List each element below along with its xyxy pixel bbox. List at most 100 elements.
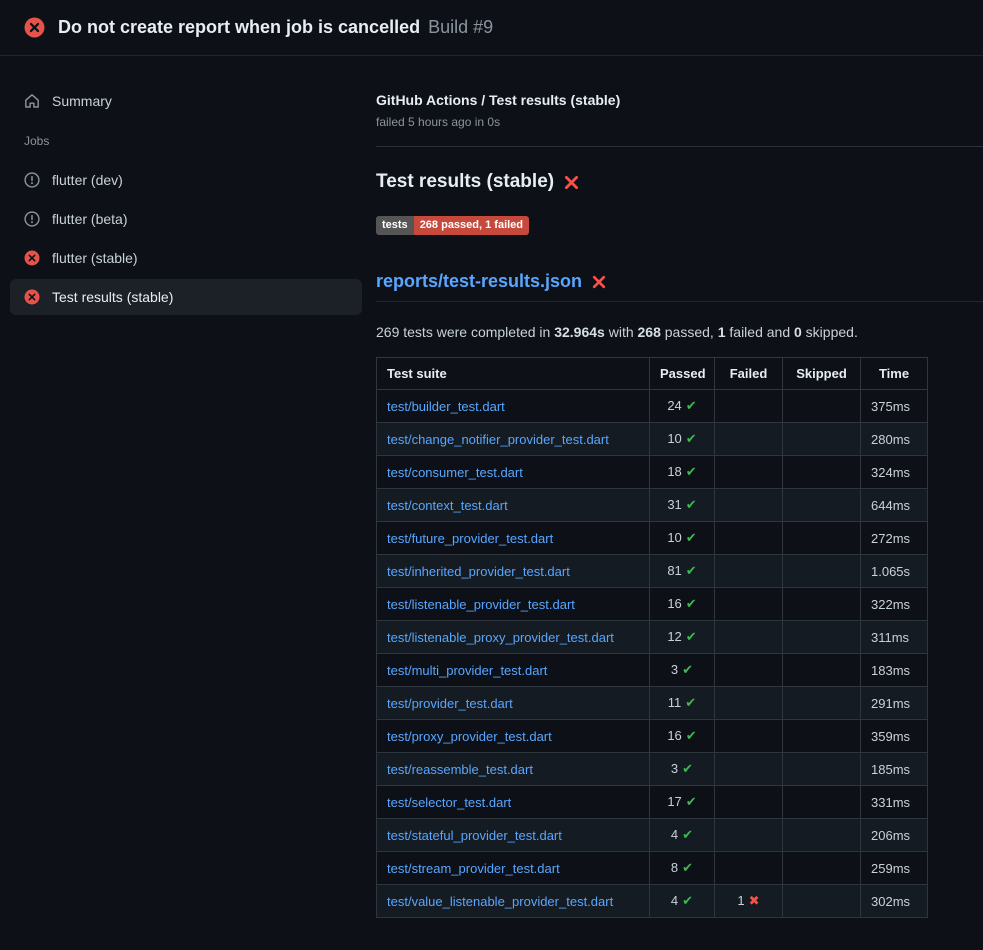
failed-count: 1: [737, 893, 744, 908]
table-row: test/reassemble_test.dart 3✔ 185ms: [377, 753, 928, 786]
breadcrumb: GitHub Actions / Test results (stable): [376, 92, 983, 108]
suite-link[interactable]: test/value_listenable_provider_test.dart: [387, 894, 613, 909]
suite-link[interactable]: test/listenable_proxy_provider_test.dart: [387, 630, 614, 645]
failed-status-icon: [24, 250, 40, 266]
time-cell: 302ms: [861, 885, 928, 918]
skipped-cell: [783, 819, 861, 852]
tests-badge: tests 268 passed, 1 failed: [376, 216, 529, 235]
time-cell: 280ms: [861, 423, 928, 456]
sidebar-job-flutter-stable[interactable]: flutter (stable): [10, 240, 362, 276]
badge-label: tests: [376, 216, 414, 235]
check-icon: ✔: [686, 498, 697, 513]
table-row: test/context_test.dart 31✔ 644ms: [377, 489, 928, 522]
suite-link[interactable]: test/multi_provider_test.dart: [387, 663, 547, 678]
time-cell: 259ms: [861, 852, 928, 885]
table-row: test/change_notifier_provider_test.dart …: [377, 423, 928, 456]
time-cell: 359ms: [861, 720, 928, 753]
column-header-failed: Failed: [715, 358, 783, 390]
skipped-cell: [783, 720, 861, 753]
table-row: test/selector_test.dart 17✔ 331ms: [377, 786, 928, 819]
column-header-passed: Passed: [650, 358, 715, 390]
suite-link[interactable]: test/stateful_provider_test.dart: [387, 828, 562, 843]
time-cell: 272ms: [861, 522, 928, 555]
table-row: test/stream_provider_test.dart 8✔ 259ms: [377, 852, 928, 885]
report-file-link[interactable]: reports/test-results.json: [376, 271, 582, 292]
check-icon: ✔: [686, 630, 697, 645]
cancelled-status-icon: [24, 172, 40, 188]
sidebar: Summary Jobs flutter (dev): [0, 56, 376, 315]
summary-label: Summary: [52, 93, 112, 109]
skipped-cell: [783, 489, 861, 522]
time-cell: 206ms: [861, 819, 928, 852]
home-icon: [24, 93, 40, 109]
sidebar-item-summary[interactable]: Summary: [0, 86, 376, 116]
suite-link[interactable]: test/proxy_provider_test.dart: [387, 729, 552, 744]
time-cell: 644ms: [861, 489, 928, 522]
sidebar-job-flutter-dev[interactable]: flutter (dev): [10, 162, 362, 198]
check-icon: ✔: [682, 828, 693, 843]
passed-count: 12: [667, 629, 681, 644]
suite-link[interactable]: test/future_provider_test.dart: [387, 531, 553, 546]
page-title: Do not create report when job is cancell…: [58, 17, 493, 38]
suite-link[interactable]: test/consumer_test.dart: [387, 465, 523, 480]
sidebar-job-flutter-beta[interactable]: flutter (beta): [10, 201, 362, 237]
table-row: test/builder_test.dart 24✔ 375ms: [377, 390, 928, 423]
table-row: test/stateful_provider_test.dart 4 ✔ 206m…: [377, 819, 928, 852]
suite-link[interactable]: test/listenable_provider_test.dart: [387, 597, 575, 612]
check-icon: ✔: [686, 465, 697, 480]
fail-x-icon: [591, 274, 607, 290]
table-row: test/value_listenable_provider_test.dart…: [377, 885, 928, 918]
skipped-cell: [783, 786, 861, 819]
skipped-cell: [783, 390, 861, 423]
main-content: GitHub Actions / Test results (stable) f…: [376, 56, 983, 918]
column-header-test-suite: Test suite: [377, 358, 650, 390]
failed-status-icon: [24, 17, 45, 38]
table-row: test/inherited_provider_test.dart 81✔ 1.…: [377, 555, 928, 588]
check-icon: ✔: [686, 432, 697, 447]
check-icon: ✔: [686, 597, 697, 612]
badge-value: 268 passed, 1 failed: [414, 216, 529, 235]
job-label: Test results (stable): [52, 289, 173, 305]
check-icon: ✔: [682, 663, 693, 678]
suite-link[interactable]: test/inherited_provider_test.dart: [387, 564, 570, 579]
suite-link[interactable]: test/stream_provider_test.dart: [387, 861, 560, 876]
failed-status-icon: [24, 289, 40, 305]
results-table: Test suite Passed Failed Skipped Time te…: [376, 357, 928, 918]
check-icon: ✔: [685, 696, 696, 711]
passed-count: 4: [671, 827, 678, 842]
build-header: Do not create report when job is cancell…: [0, 0, 983, 56]
table-row: test/multi_provider_test.dart 3✔ 183ms: [377, 654, 928, 687]
table-row: test/proxy_provider_test.dart 16✔ 359ms: [377, 720, 928, 753]
run-status-text: failed 5 hours ago in 0s: [376, 115, 983, 129]
skipped-cell: [783, 555, 861, 588]
job-label: flutter (beta): [52, 211, 127, 227]
check-icon: ✔: [682, 894, 693, 909]
table-header-row: Test suite Passed Failed Skipped Time: [377, 358, 928, 390]
section-heading: Test results (stable): [376, 171, 983, 193]
skipped-cell: [783, 522, 861, 555]
table-row: test/provider_test.dart 11✔ 291ms: [377, 687, 928, 720]
column-header-time: Time: [861, 358, 928, 390]
suite-link[interactable]: test/change_notifier_provider_test.dart: [387, 432, 609, 447]
skipped-cell: [783, 456, 861, 489]
skipped-cell: [783, 423, 861, 456]
passed-count: 81: [667, 563, 681, 578]
passed-count: 24: [667, 398, 681, 413]
passed-count: 10: [667, 530, 681, 545]
fail-x-icon: [563, 174, 580, 191]
passed-count: 11: [668, 695, 682, 710]
suite-link[interactable]: test/builder_test.dart: [387, 399, 505, 414]
suite-link[interactable]: test/provider_test.dart: [387, 696, 513, 711]
passed-count: 8: [671, 860, 678, 875]
check-icon: ✔: [686, 564, 697, 579]
time-cell: 331ms: [861, 786, 928, 819]
suite-link[interactable]: test/reassemble_test.dart: [387, 762, 533, 777]
suite-link[interactable]: test/selector_test.dart: [387, 795, 511, 810]
sidebar-job-test-results-stable[interactable]: Test results (stable): [10, 279, 362, 315]
suite-link[interactable]: test/context_test.dart: [387, 498, 508, 513]
passed-count: 3: [671, 761, 678, 776]
skipped-cell: [783, 621, 861, 654]
table-row: test/future_provider_test.dart 10✔ 272ms: [377, 522, 928, 555]
column-header-skipped: Skipped: [783, 358, 861, 390]
cancelled-status-icon: [24, 211, 40, 227]
